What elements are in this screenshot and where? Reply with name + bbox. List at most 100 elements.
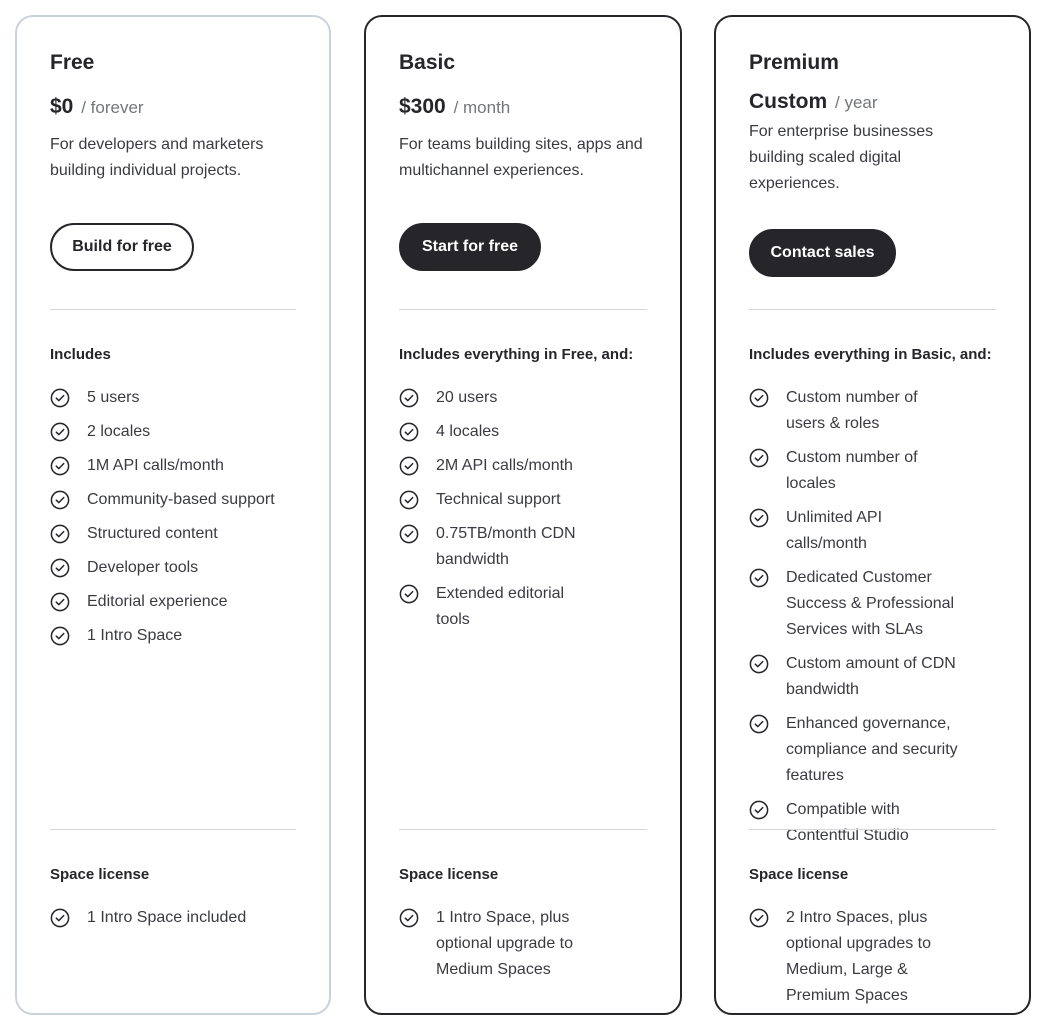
- feature-item: 1 Intro Space included: [50, 905, 300, 931]
- check-circle-icon: [399, 524, 419, 544]
- check-circle-icon: [50, 524, 70, 544]
- divider: [50, 309, 296, 310]
- plan-description: For developers and marketers building in…: [50, 136, 264, 179]
- check-circle-icon: [50, 908, 70, 928]
- feature-item: 0.75TB/month CDN bandwidth: [399, 521, 589, 573]
- price-period: / forever: [81, 98, 144, 117]
- check-circle-icon: [749, 654, 769, 674]
- feature-text: Developer tools: [87, 559, 199, 576]
- plan-price: $0 / forever: [50, 95, 144, 119]
- space-license-title: Space license: [749, 866, 849, 883]
- feature-item: Community-based support: [50, 487, 300, 513]
- check-circle-icon: [399, 490, 419, 510]
- feature-item: 1M API calls/month: [50, 453, 300, 479]
- check-circle-icon: [749, 714, 769, 734]
- space-license-title: Space license: [50, 866, 150, 883]
- plan-card-free: Free $0 / forever For developers and mar…: [15, 15, 331, 1015]
- check-circle-icon: [50, 490, 70, 510]
- license-list: 1 Intro Space, plus optional upgrade to …: [399, 905, 619, 991]
- divider: [399, 309, 647, 310]
- feature-list: 5 users 2 locales 1M API calls/month Commun…: [50, 385, 300, 657]
- feature-text: 1M API calls/month: [87, 457, 224, 474]
- feature-item: Custom amount of CDN bandwidth: [749, 651, 959, 703]
- plan-name: Free: [50, 51, 95, 74]
- feature-item: 4 locales: [399, 419, 589, 445]
- start-for-free-button[interactable]: Start for free: [399, 223, 541, 271]
- feature-text: 1 Intro Space included: [87, 909, 247, 926]
- includes-title: Includes everything in Free, and:: [399, 346, 634, 363]
- feature-list: Custom number of users & roles Custom num…: [749, 385, 959, 857]
- feature-item: 1 Intro Space, plus optional upgrade to …: [399, 905, 619, 983]
- feature-text: 2 Intro Spaces, plus optional upgrades t…: [786, 909, 931, 1004]
- divider: [749, 309, 996, 310]
- feature-text: 1 Intro Space: [87, 627, 183, 644]
- check-circle-icon: [50, 388, 70, 408]
- check-circle-icon: [749, 508, 769, 528]
- check-circle-icon: [399, 388, 419, 408]
- check-circle-icon: [399, 456, 419, 476]
- plan-name: Basic: [399, 51, 456, 74]
- license-list: 1 Intro Space included: [50, 905, 300, 939]
- feature-item: 2 locales: [50, 419, 300, 445]
- check-circle-icon: [50, 626, 70, 646]
- feature-item: 2 Intro Spaces, plus optional upgrades t…: [749, 905, 969, 1009]
- feature-text: Custom number of users & roles: [786, 389, 918, 432]
- check-circle-icon: [50, 422, 70, 442]
- plan-card-basic: Basic $300 / month For teams building si…: [364, 15, 682, 1015]
- feature-text: Enhanced governance, compliance and secu…: [786, 715, 958, 784]
- feature-item: Editorial experience: [50, 589, 300, 615]
- feature-text: 4 locales: [436, 423, 500, 440]
- divider: [399, 829, 647, 830]
- feature-item: 20 users: [399, 385, 589, 411]
- feature-text: 1 Intro Space, plus optional upgrade to …: [436, 909, 573, 978]
- plan-description: For teams building sites, apps and multi…: [399, 136, 643, 179]
- divider: [50, 829, 296, 830]
- feature-item: Developer tools: [50, 555, 300, 581]
- feature-item: 2M API calls/month: [399, 453, 589, 479]
- check-circle-icon: [399, 584, 419, 604]
- feature-text: Editorial experience: [87, 593, 228, 610]
- check-circle-icon: [749, 448, 769, 468]
- check-circle-icon: [399, 422, 419, 442]
- feature-item: Compatible with Contentful Studio: [749, 797, 959, 849]
- feature-item: Unlimited API calls/month: [749, 505, 959, 557]
- price-amount: Custom: [749, 90, 828, 113]
- feature-text: 5 users: [87, 389, 140, 406]
- check-circle-icon: [749, 800, 769, 820]
- check-circle-icon: [50, 592, 70, 612]
- feature-item: Extended editorial tools: [399, 581, 589, 633]
- feature-text: Dedicated Customer Success & Professiona…: [786, 569, 955, 638]
- plan-card-premium: Premium Custom / year For enterprise bus…: [714, 15, 1031, 1015]
- feature-item: Custom number of users & roles: [749, 385, 959, 437]
- feature-text: Compatible with Contentful Studio: [786, 801, 909, 844]
- check-circle-icon: [399, 908, 419, 928]
- contact-sales-button[interactable]: Contact sales: [749, 229, 896, 277]
- feature-text: 2 locales: [87, 423, 151, 440]
- check-circle-icon: [50, 456, 70, 476]
- price-amount: $300: [399, 95, 446, 118]
- divider: [749, 829, 996, 830]
- feature-text: Community-based support: [87, 491, 275, 508]
- feature-text: 2M API calls/month: [436, 457, 573, 474]
- feature-item: 1 Intro Space: [50, 623, 300, 649]
- feature-text: Structured content: [87, 525, 218, 542]
- includes-title: Includes: [50, 346, 111, 363]
- space-license-title: Space license: [399, 866, 499, 883]
- license-list: 2 Intro Spaces, plus optional upgrades t…: [749, 905, 969, 1017]
- feature-item: Dedicated Customer Success & Professiona…: [749, 565, 959, 643]
- check-circle-icon: [749, 568, 769, 588]
- feature-item: Custom number of locales: [749, 445, 959, 497]
- feature-text: 20 users: [436, 389, 498, 406]
- feature-item: Structured content: [50, 521, 300, 547]
- build-for-free-button[interactable]: Build for free: [50, 223, 194, 271]
- feature-text: Unlimited API calls/month: [786, 509, 883, 552]
- feature-item: Technical support: [399, 487, 589, 513]
- feature-list: 20 users 4 locales 2M API calls/month Techn…: [399, 385, 589, 641]
- plan-price: Custom / year: [749, 90, 878, 114]
- plan-name: Premium: [749, 51, 839, 74]
- price-period: / month: [453, 98, 511, 117]
- includes-title: Includes everything in Basic, and:: [749, 346, 992, 363]
- price-period: / year: [835, 93, 878, 112]
- price-amount: $0: [50, 95, 74, 118]
- plan-price: $300 / month: [399, 95, 510, 119]
